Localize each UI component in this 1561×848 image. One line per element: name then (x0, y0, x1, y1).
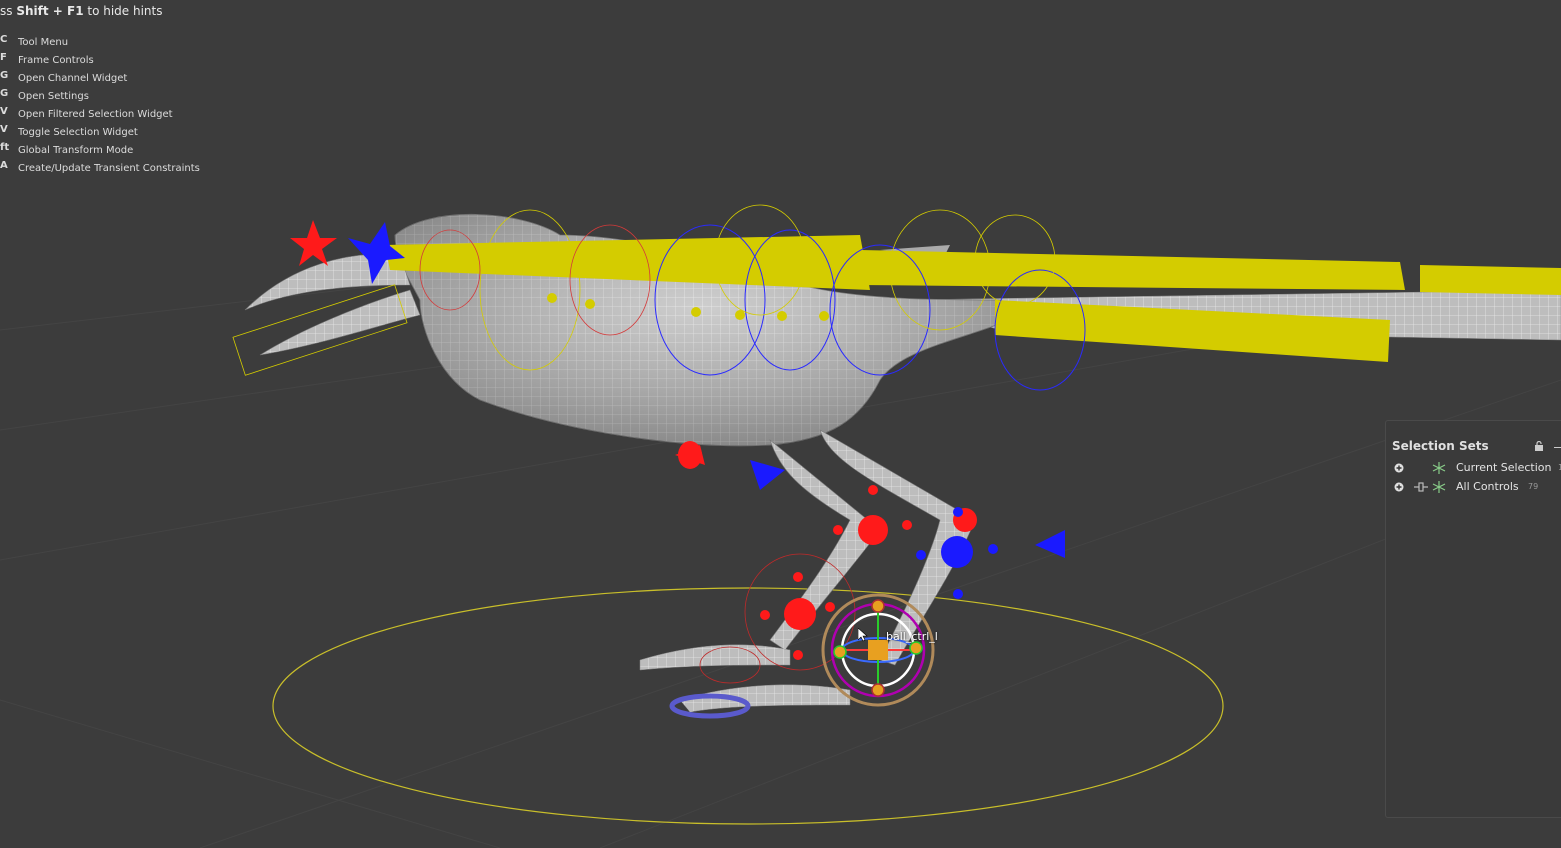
hints-suffix: to hide hints (83, 4, 163, 18)
hint-label: Frame Controls (18, 55, 94, 66)
selection-sets-panel: Selection Sets Current Selection 1 All C… (1385, 420, 1561, 818)
hints-shortcut-key: Shift + F1 (16, 4, 84, 18)
set-label: All Controls (1456, 480, 1519, 493)
hints-toggle-message: ss Shift + F1 to hide hints (0, 4, 162, 18)
set-count: 79 (1528, 482, 1539, 491)
selection-set-item-current[interactable]: Current Selection 1 (1392, 459, 1561, 477)
link-icon[interactable] (1414, 481, 1428, 493)
scene-canvas[interactable] (0, 0, 1561, 848)
3d-viewport[interactable]: ss Shift + F1 to hide hints C Tool Menu … (0, 0, 1561, 848)
add-set-icon[interactable] (1394, 463, 1404, 473)
hint-label: Toggle Selection Widget (18, 127, 138, 138)
add-set-icon[interactable] (1394, 482, 1404, 492)
minimize-icon[interactable] (1554, 447, 1561, 448)
selection-set-item-all[interactable]: All Controls 79 (1392, 478, 1561, 496)
hint-key: A (0, 160, 8, 171)
hint-key: V (0, 106, 8, 117)
hint-key: F (0, 52, 7, 63)
hint-label: Global Transform Mode (18, 145, 134, 156)
controls-icon (1432, 481, 1446, 493)
ball-ctrl-gizmo[interactable] (821, 593, 935, 707)
set-label: Current Selection (1456, 461, 1552, 474)
panel-title: Selection Sets (1392, 439, 1489, 453)
hint-label: Open Filtered Selection Widget (18, 109, 173, 120)
hint-key: C (0, 34, 8, 45)
hints-prefix: ss (0, 4, 17, 18)
hint-label: Open Channel Widget (18, 73, 128, 84)
hint-key: V (0, 124, 8, 135)
lock-icon[interactable] (1534, 441, 1544, 451)
hint-key: G (0, 70, 9, 81)
hint-key: ft (0, 142, 10, 153)
red-cone-base (678, 441, 702, 469)
red-star-ctrl[interactable] (290, 220, 337, 266)
blue-cone-ctrl[interactable] (750, 460, 785, 490)
hint-label: Create/Update Transient Constraints (18, 163, 200, 174)
blue-cone-ctrl-2[interactable] (1035, 530, 1065, 558)
hint-label: Open Settings (18, 91, 89, 102)
controls-icon (1432, 462, 1446, 474)
selected-control-label: ball_ctrl_l (886, 630, 938, 643)
hint-label: Tool Menu (18, 37, 69, 48)
mouse-cursor-icon (858, 628, 868, 642)
hint-key: G (0, 88, 9, 99)
